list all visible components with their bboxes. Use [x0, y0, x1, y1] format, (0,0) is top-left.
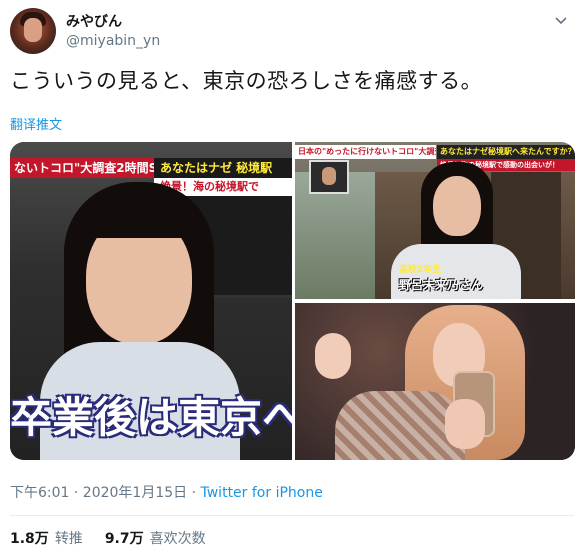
likes-stat[interactable]: 9.7万 喜欢次数	[105, 528, 206, 548]
tweet-header: みやびん @miyabin_yn	[10, 6, 160, 56]
left-banner-mid: あなたはナゼ 秘境駅	[154, 158, 292, 178]
left-person-bangs	[82, 200, 196, 238]
translate-tweet-link[interactable]: 翻译推文	[10, 114, 62, 133]
left-caption: 卒業後は東京へ	[10, 393, 292, 442]
tr-inset-window	[309, 160, 349, 194]
user-names: みやびん @miyabin_yn	[66, 12, 160, 50]
media-image-top-right[interactable]: 日本の"めったに行けないトコロ"大調査2時間SP あなたはナゼ秘境駅へ来たんです…	[295, 142, 575, 299]
chevron-down-icon[interactable]	[554, 14, 568, 28]
tr-inset-face	[322, 167, 336, 185]
media-grid: ないトコロ"大調査2時間SP あなたはナゼ 秘境駅 絶景！海の秘境駅で 卒業後は…	[10, 142, 575, 460]
tweet-timestamp[interactable]: 下午6:01 · 2020年1月15日 ·	[10, 485, 201, 501]
tweet-text: こういうの見ると、東京の恐ろしさを痛感する。	[10, 69, 483, 93]
retweets-label: 转推	[54, 531, 83, 547]
tweet-source-link[interactable]: Twitter for iPhone	[201, 485, 323, 501]
retweets-stat[interactable]: 1.8万 转推	[10, 528, 83, 548]
display-name[interactable]: みやびん	[66, 12, 160, 32]
retweets-count: 1.8万	[10, 531, 49, 547]
media-image-bottom-right[interactable]	[295, 303, 575, 460]
tweet-meta: 下午6:01 · 2020年1月15日 · Twitter for iPhone	[10, 482, 323, 502]
tr-caption-small: 高校2年生	[399, 265, 442, 275]
tr-banner-left: 日本の"めったに行けないトコロ"大調査2時間SP	[295, 145, 436, 159]
avatar-face	[24, 18, 42, 42]
user-avatar[interactable]	[10, 8, 56, 54]
br-hand-left	[315, 333, 351, 379]
tweet-stats: 1.8万 转推 9.7万 喜欢次数	[10, 528, 206, 548]
divider	[10, 515, 574, 516]
tr-caption-name: 野呂未来乃さん	[399, 278, 484, 292]
likes-count: 9.7万	[104, 531, 144, 547]
br-hand-right	[445, 399, 485, 449]
tr-person-face	[433, 176, 481, 236]
likes-label: 喜欢次数	[149, 531, 206, 547]
left-banner-top: ないトコロ"大調査2時間SP	[10, 158, 154, 178]
user-handle[interactable]: @miyabin_yn	[66, 32, 160, 50]
tr-banner-right: あなたはナゼ秘境駅へ来たんですか？	[437, 145, 575, 159]
media-image-left[interactable]: ないトコロ"大調査2時間SP あなたはナゼ 秘境駅 絶景！海の秘境駅で 卒業後は…	[10, 142, 292, 460]
